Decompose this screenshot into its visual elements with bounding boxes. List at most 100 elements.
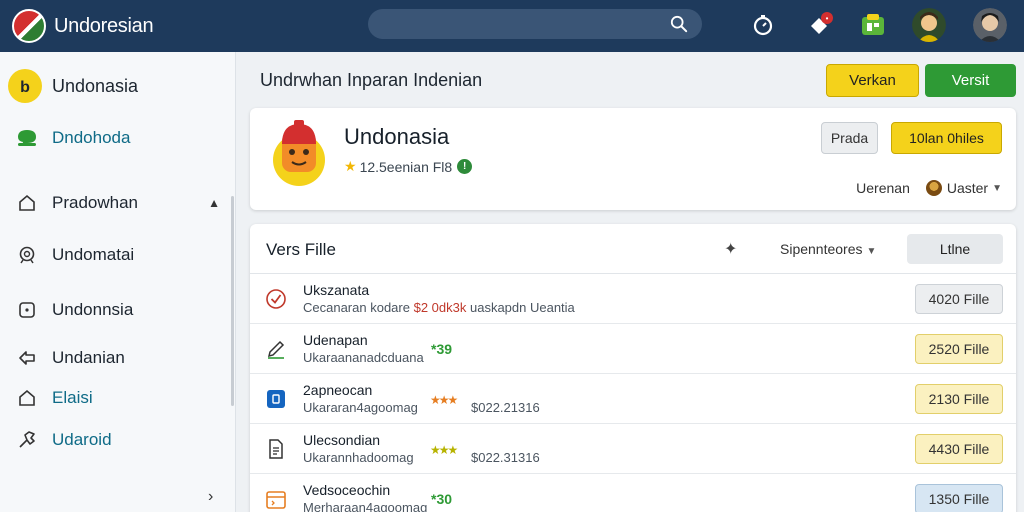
table-row[interactable]: Ulecsondian Ukarannhadoomag ★★★ $022.313… [250,424,1016,474]
brand[interactable]: Undoresian [12,9,154,43]
app-card: Undonasia ★ 12.5eenian Fl8 ! Prada 10lan… [250,108,1016,210]
sidebar-item-label: Pradowhan [52,193,139,212]
home-icon [16,192,38,214]
sidebar-item-pradowhan[interactable]: Pradowhan ▲ [0,185,236,221]
row-amount: $022.21316 [471,400,540,415]
row-name: Udenapan [303,332,368,348]
app-rating: ★ 12.5eenian Fl8 ! [344,158,473,175]
brand-logo [12,9,46,43]
sort-dropdown[interactable]: Sipennteores ▼ [780,241,876,257]
row-subtitle: Cecanaran kodare $2 0dk3k uaskapdn Ueant… [303,300,575,315]
sidebar-item-undomatai[interactable]: Undomatai [0,237,236,273]
files-header: Vers Fille ✦ Sipennteores ▼ Ltlne [250,224,1016,274]
row-file-button[interactable]: 4020 Fille [915,284,1003,314]
sidebar-scrollbar[interactable] [231,196,234,406]
sidebar-header[interactable]: b Undonasia [0,68,236,104]
chat-icon [16,127,38,149]
chevron-down-icon[interactable]: ▼ [992,183,1002,194]
card-footer: Uerenan Uaster ▼ [856,180,1002,196]
prada-button[interactable]: Prada [821,122,878,154]
header-action-button[interactable]: Ltlne [907,234,1003,264]
files-panel: Vers Fille ✦ Sipennteores ▼ Ltlne Ukszana… [250,224,1016,512]
document-icon [264,437,288,461]
star-icon: ★ [344,158,357,174]
sidebar-item-label: Udaroid [52,430,112,449]
table-row[interactable]: 2apneocan Ukararan4agoomag ★★★ $022.2131… [250,374,1016,424]
sidebar-header-label: Undonasia [52,75,139,96]
versit-button[interactable]: Versit [925,64,1016,97]
app-name: Undonasia [344,124,450,149]
chevron-right-icon[interactable]: › [208,488,213,506]
rating-stars: ★★★ [430,443,458,457]
pencil-icon [264,337,288,361]
sidebar-item-elaisi[interactable]: Elaisi [0,380,236,416]
row-file-button[interactable]: 4430 Fille [915,434,1003,464]
row-name: Vedsoceochin [303,482,391,498]
row-subtitle: Ukaraananadcduana [303,350,424,365]
verkan-button[interactable]: Verkan [826,64,919,97]
calendar-icon [264,487,288,511]
row-price: $2 0dk3k [413,300,467,315]
sidebar-item-dndohoda[interactable]: Dndohoda [0,120,236,156]
row-tag: *39 [431,341,453,357]
blue-square-icon [264,387,288,411]
sidebar-item-label: Undonnsia [52,300,134,319]
row-subtitle: Merharaan4agoomag [303,500,428,512]
row-name: Ulecsondian [303,432,381,448]
files-button[interactable]: 10lan 0hiles [891,122,1002,154]
user-avatar[interactable] [973,8,1007,42]
square-icon [16,299,38,321]
row-name: 2apneocan [303,382,373,398]
share-icon [16,347,38,369]
settings-icon [16,244,38,266]
sidebar-item-label: Undanian [52,348,125,367]
row-file-button[interactable]: 2520 Fille [915,334,1003,364]
row-subtitle: Ukarannhadoomag [303,450,414,465]
row-subtitle: Ukararan4agoomag [303,400,418,415]
brand-circle-icon: b [8,69,42,103]
chevron-down-icon: ▼ [866,246,877,257]
app-mascot-icon [270,118,328,186]
row-sub-b: uaskapdn Ueantia [469,300,575,315]
row-tag: *30 [431,491,453,507]
sidebar-item-udaroid[interactable]: Udaroid [0,422,236,458]
sidebar-item-label: Undomatai [52,245,135,264]
sidebar-item-undonnsia[interactable]: Undonnsia [0,292,236,328]
files-title: Vers Fille [266,240,336,259]
user-name[interactable]: Uaster [947,180,988,196]
caret-up-icon[interactable]: ▲ [208,196,220,210]
sidebar-item-label: Dndohoda [52,128,131,147]
home-outline-icon [16,387,38,409]
table-row[interactable]: Vedsoceochin Merharaan4agoomag *30 1350 … [250,474,1016,512]
rating-text: 12.5eenian Fl8 [359,158,453,175]
sparkle-icon[interactable]: ✦ [724,239,737,259]
table-row[interactable]: Udenapan Ukaraananadcduana *39 2520 Fill… [250,324,1016,374]
notification-icon[interactable]: • [803,8,837,42]
user-avatar-small [925,180,942,196]
svg-text:•: • [826,14,829,23]
svg-text:b: b [20,79,30,96]
row-amount: $022.31316 [471,450,540,465]
avatar[interactable] [912,8,946,42]
row-file-button[interactable]: 2130 Fille [915,384,1003,414]
sidebar-item-label: Elaisi [52,388,93,407]
check-circle-icon [264,287,288,311]
info-icon[interactable]: ! [457,159,473,174]
search-input[interactable] [368,9,702,39]
app-title: Undoresian [54,14,154,37]
sidebar: b Undonasia Dndohoda Pradowhan ▲ Undomat… [0,52,236,512]
row-name: Ukszanata [303,282,370,298]
timer-icon[interactable] [746,8,780,42]
top-bar: Undoresian • [0,0,1024,52]
row-file-button[interactable]: 1350 Fille [915,484,1003,512]
sidebar-item-undanian[interactable]: Undanian [0,340,236,376]
rating-stars: ★★★ [430,393,458,407]
search-icon[interactable] [670,15,688,33]
footer-label[interactable]: Uerenan [856,180,910,196]
page-title: Undrwhan Inparan Indenian [260,70,483,90]
sort-label: Sipennteores [780,241,863,257]
table-row[interactable]: Ukszanata Cecanaran kodare $2 0dk3k uask… [250,274,1016,324]
row-sub-a: Cecanaran kodare [303,300,410,315]
app-grid-icon[interactable] [856,8,890,42]
wrench-icon [16,429,38,451]
